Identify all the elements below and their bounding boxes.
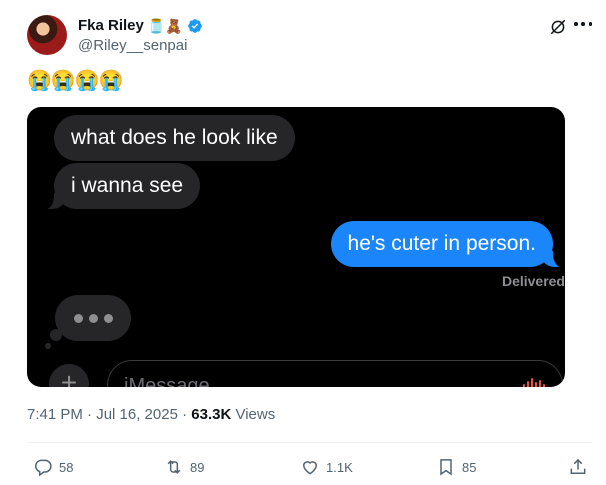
author-name[interactable]: Fka Riley [78, 17, 144, 34]
share-icon [570, 458, 586, 474]
typing-tail-dot [45, 343, 51, 349]
plus-button: + [49, 364, 89, 387]
tweet-media-screenshot[interactable]: what does he look like i wanna see he's … [27, 107, 565, 387]
author-avatar[interactable] [27, 15, 67, 55]
tweet-timestamp[interactable]: 7:41 PM · Jul 16, 2025 · [27, 406, 191, 423]
more-options-icon[interactable] [574, 22, 592, 30]
outgoing-message-text: he's cuter in person. [347, 232, 536, 255]
incoming-message-bubble: what does he look like [54, 115, 295, 161]
tweet-meta: 7:41 PM · Jul 16, 2025 · 63.3K Views [27, 406, 275, 423]
repost-count: 89 [190, 459, 205, 475]
like-count: 1.1K [326, 459, 353, 475]
imessage-placeholder: iMessage [124, 375, 210, 387]
incoming-message-text: what does he look like [71, 126, 278, 149]
bookmark-icon [440, 459, 452, 476]
reply-button[interactable]: 58 [33, 457, 73, 477]
share-button[interactable] [568, 457, 588, 477]
incoming-message-bubble: i wanna see [41, 163, 201, 210]
heart-icon [302, 461, 318, 475]
verified-badge-icon [187, 18, 202, 33]
repost-icon [167, 460, 181, 474]
reply-count: 58 [59, 459, 74, 475]
views-count: 63.3K [191, 406, 232, 423]
delivered-label: Delivered [501, 273, 565, 289]
bookmark-button[interactable]: 85 [436, 457, 476, 477]
incoming-message-text: i wanna see [71, 174, 184, 197]
outgoing-message-bubble: he's cuter in person. [330, 221, 565, 268]
views-label: Views [231, 406, 276, 423]
repost-button[interactable]: 89 [164, 457, 204, 477]
bookmark-count: 85 [462, 459, 477, 475]
like-button[interactable]: 1.1K [300, 457, 353, 477]
imessage-input-field: iMessage [107, 360, 563, 387]
typing-indicator [55, 295, 131, 341]
divider [27, 442, 592, 443]
author-name-row[interactable]: Fka Riley 🫙🧸 [78, 17, 203, 34]
audio-waveform-icon [523, 378, 545, 387]
author-name-emojis: 🫙🧸 [147, 17, 183, 34]
grok-icon[interactable] [549, 18, 567, 36]
author-handle[interactable]: @Riley__senpai [78, 37, 187, 54]
reply-icon [35, 459, 52, 477]
tweet-text: 😭😭😭😭 [27, 70, 124, 92]
